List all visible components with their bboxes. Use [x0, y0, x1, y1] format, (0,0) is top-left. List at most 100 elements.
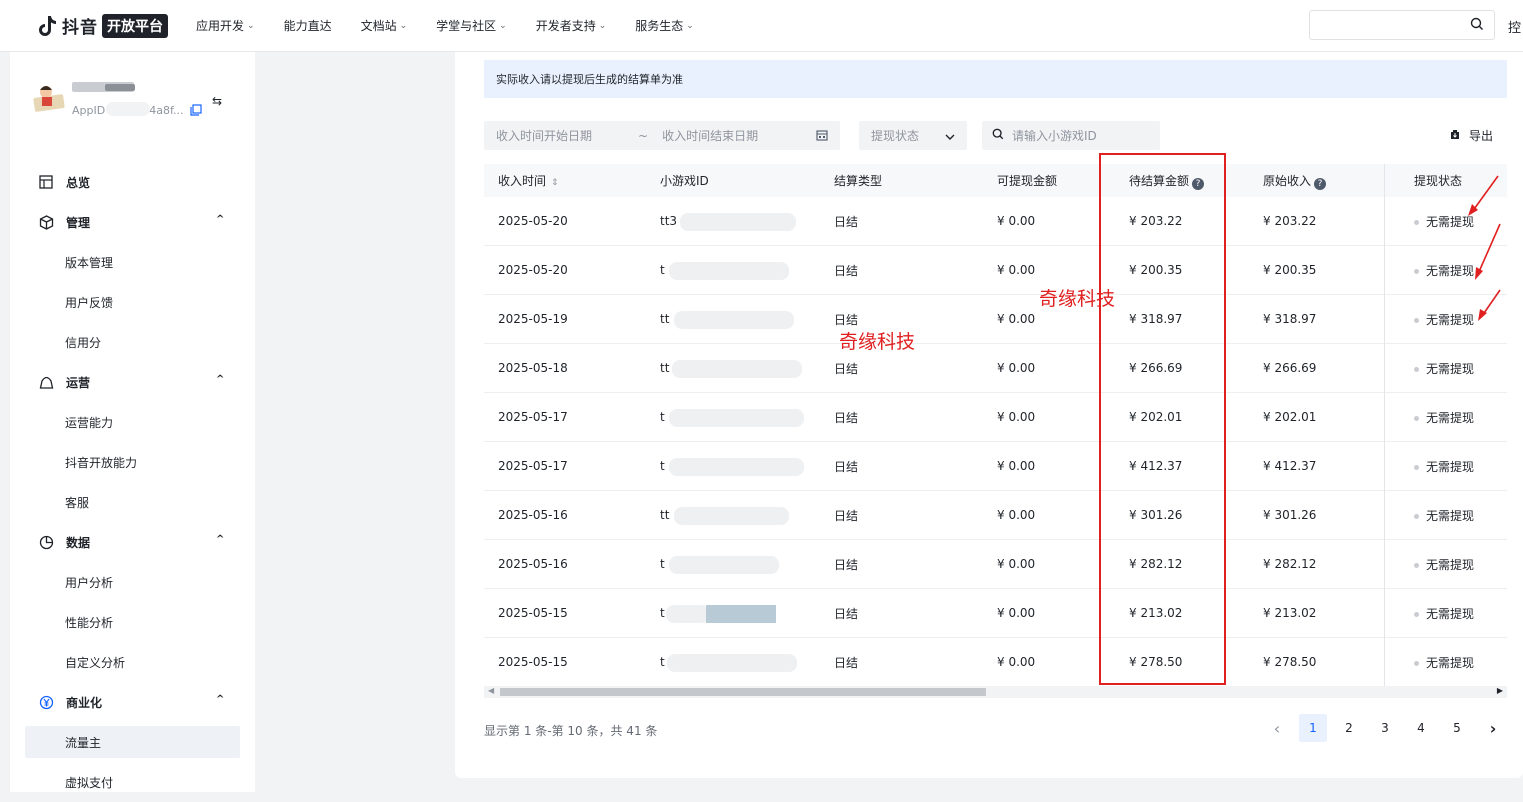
status-text: 无需提现: [1426, 361, 1475, 376]
masked-game-id: [672, 360, 802, 378]
next-page-button[interactable]: ›: [1479, 714, 1507, 742]
row-game-id: tt3: [660, 214, 678, 228]
row-game-id: tt: [660, 312, 670, 326]
row-game-id: t: [660, 459, 665, 473]
page-button[interactable]: 2: [1335, 714, 1363, 742]
sidebar-item-overview[interactable]: 总览: [10, 162, 255, 202]
sidebar-item-douyin-open[interactable]: 抖音开放能力: [10, 442, 255, 482]
row-original: ¥ 278.50: [1263, 655, 1317, 669]
chevron-up-icon: ^: [216, 694, 225, 705]
chevron-up-icon: ^: [216, 374, 225, 385]
row-date: 2025-05-20: [498, 214, 568, 228]
sidebar-item-customer-service[interactable]: 客服: [10, 482, 255, 522]
douyin-open-platform-logo[interactable]: 抖音 开放平台: [38, 0, 168, 52]
status-text: 无需提现: [1426, 459, 1475, 474]
nav-academy[interactable]: 学堂与社区 ⌄: [436, 17, 507, 34]
table-row: 2025-05-17 t 日结 ¥ 0.00 ¥ 202.01 ¥ 202.01 无需提现: [484, 393, 1507, 442]
chevron-down-icon: [945, 130, 955, 144]
scrollbar-thumb[interactable]: [500, 688, 986, 696]
row-withdraw-status: 无需提现: [1414, 507, 1474, 524]
col-income-time[interactable]: 收入时间 ⇕: [498, 172, 559, 189]
masked-game-id: [666, 605, 710, 623]
status-text: 无需提现: [1426, 655, 1475, 670]
prev-page-button[interactable]: ‹: [1263, 714, 1291, 742]
masked-game-id: [674, 507, 789, 525]
range-separator: ~: [638, 128, 649, 143]
row-game-id: t: [660, 410, 665, 424]
page-button[interactable]: 4: [1407, 714, 1435, 742]
nav-dev-support[interactable]: 开发者支持 ⌄: [536, 17, 607, 34]
console-link[interactable]: 控: [1508, 17, 1521, 36]
masked-game-id: [674, 311, 794, 329]
app-avatar: [32, 80, 66, 114]
calendar-icon: [816, 129, 828, 144]
row-withdraw-status: 无需提现: [1414, 360, 1474, 377]
sidebar-group-manage[interactable]: 管理 ^: [10, 202, 255, 242]
row-date: 2025-05-20: [498, 263, 568, 277]
row-date: 2025-05-17: [498, 459, 568, 473]
chevron-down-icon: ⌄: [247, 20, 255, 31]
row-withdrawable: ¥ 0.00: [997, 312, 1036, 326]
status-dot-icon: [1414, 219, 1419, 225]
sidebar-item-custom-analysis[interactable]: 自定义分析: [10, 642, 255, 682]
cube-icon: [38, 214, 54, 230]
pagination: ‹ 1 2 3 4 5 ›: [1263, 714, 1515, 742]
page-button[interactable]: 5: [1443, 714, 1471, 742]
masked-game-id: [669, 458, 804, 476]
sidebar-item-performance[interactable]: 性能分析: [10, 602, 255, 642]
export-button[interactable]: 导出: [1449, 127, 1493, 144]
page-button[interactable]: 1: [1299, 714, 1327, 742]
sidebar-item-feedback[interactable]: 用户反馈: [10, 282, 255, 322]
row-settle-type: 日结: [834, 312, 859, 327]
status-dot-icon: [1414, 660, 1419, 666]
income-date-range-picker[interactable]: 收入时间开始日期 ~ 收入时间结束日期: [484, 121, 840, 150]
row-original: ¥ 318.97: [1263, 312, 1317, 326]
end-date-input[interactable]: 收入时间结束日期: [662, 127, 758, 144]
game-id-search-input[interactable]: 请输入小游戏ID: [982, 121, 1160, 150]
sidebar-group-biz[interactable]: 商业化 ^: [10, 682, 255, 722]
row-game-id: tt: [660, 361, 670, 375]
nav-docs[interactable]: 文档站 ⌄: [361, 17, 408, 34]
sort-icon[interactable]: ⇕: [551, 178, 559, 188]
help-icon[interactable]: ?: [1314, 177, 1327, 190]
sidebar-item-traffic-owner[interactable]: 流量主: [25, 726, 240, 758]
sidebar-item-version[interactable]: 版本管理: [10, 242, 255, 282]
app-name-masked: [105, 84, 135, 91]
horizontal-scrollbar[interactable]: ◀ ▶: [484, 686, 1507, 698]
status-dot-icon: [1414, 464, 1419, 470]
chevron-down-icon: ⌄: [399, 20, 408, 31]
row-original: ¥ 282.12: [1263, 557, 1317, 571]
watermark-text: 奇缘科技: [1039, 288, 1116, 310]
chevron-up-icon: ^: [216, 534, 225, 545]
sidebar-item-credit[interactable]: 信用分: [10, 322, 255, 362]
row-original: ¥ 200.35: [1263, 263, 1317, 277]
status-dot-icon: [1414, 268, 1419, 274]
sidebar-item-virtual-pay[interactable]: 虚拟支付: [10, 762, 255, 802]
table-row: 2025-05-15 t 日结 ¥ 0.00 ¥ 278.50 ¥ 278.50 无需提现: [484, 638, 1507, 687]
highlight-box-pending-column: [1099, 153, 1226, 685]
copy-icon[interactable]: [190, 104, 202, 116]
sidebar-item-user-analysis[interactable]: 用户分析: [10, 562, 255, 602]
logo-badge: 开放平台: [102, 13, 168, 38]
nav-capabilities[interactable]: 能力直达: [284, 17, 332, 34]
masked-game-id: [667, 654, 797, 672]
sidebar-group-data[interactable]: 数据 ^: [10, 522, 255, 562]
withdraw-status-select[interactable]: 提现状态: [859, 121, 967, 150]
nav-app-dev[interactable]: 应用开发 ⌄: [196, 17, 255, 34]
global-search-input[interactable]: [1309, 10, 1495, 40]
row-date: 2025-05-18: [498, 361, 568, 375]
masked-game-id: [680, 213, 796, 231]
sidebar-menu: 总览 管理 ^ 版本管理 用户反馈 信用分 运营 ^ 运营能力 抖音开放能力 客…: [10, 162, 255, 802]
sidebar-item-operate-capability[interactable]: 运营能力: [10, 402, 255, 442]
switch-app-icon[interactable]: ⇆: [212, 94, 222, 108]
nav-ecosystem[interactable]: 服务生态 ⌄: [635, 17, 694, 34]
page-button[interactable]: 3: [1371, 714, 1399, 742]
status-dot-icon: [1414, 513, 1419, 519]
sidebar-group-operate[interactable]: 运营 ^: [10, 362, 255, 402]
scroll-right-icon[interactable]: ▶: [1497, 686, 1503, 695]
start-date-input[interactable]: 收入时间开始日期: [496, 127, 592, 144]
status-dot-icon: [1414, 415, 1419, 421]
row-withdraw-status: 无需提现: [1414, 654, 1474, 671]
scroll-left-icon[interactable]: ◀: [488, 686, 494, 695]
table-row: 2025-05-20 t 日结 ¥ 0.00 ¥ 200.35 ¥ 200.35 无需提现: [484, 246, 1507, 295]
